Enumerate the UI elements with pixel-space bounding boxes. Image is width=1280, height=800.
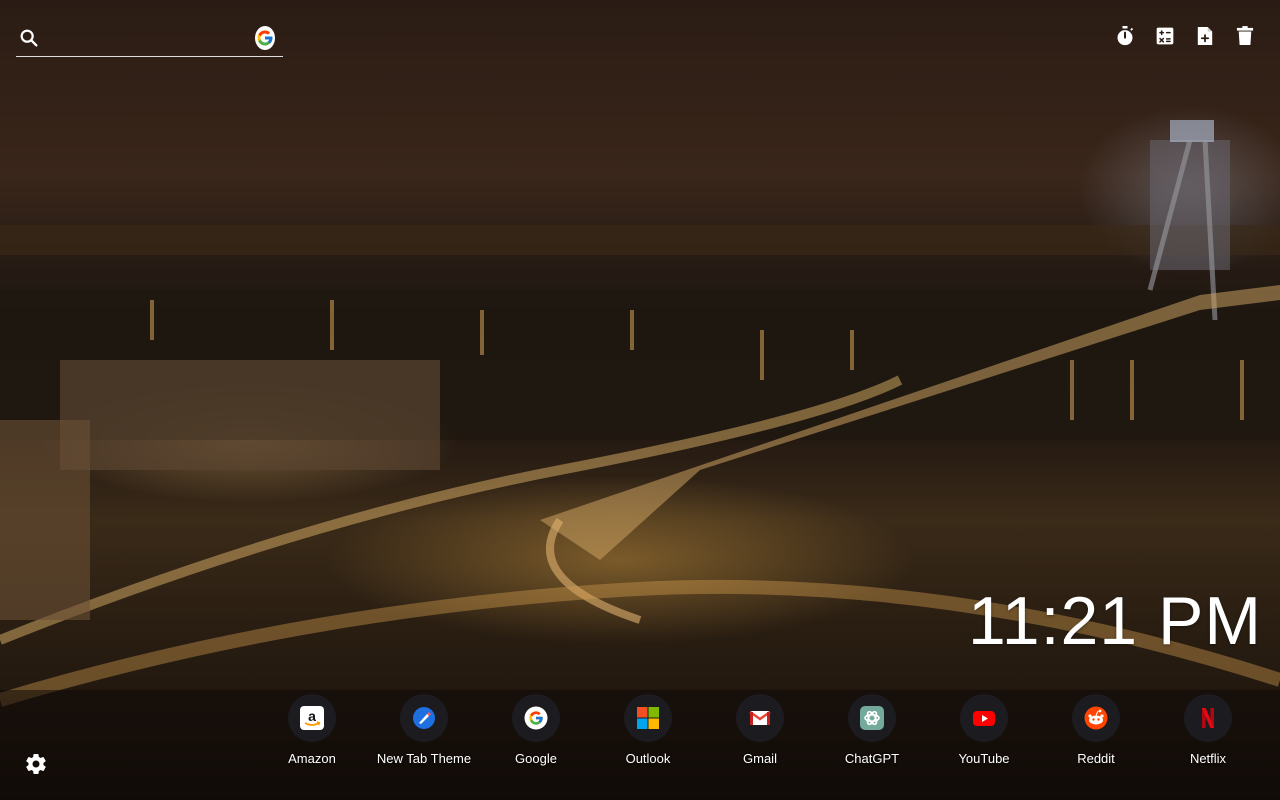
chatgpt-icon: [860, 706, 884, 730]
shortcut-youtube[interactable]: YouTube: [928, 694, 1040, 774]
background-image: [0, 0, 1280, 800]
city-night-scene: [0, 120, 1280, 800]
shortcut-tile[interactable]: [1184, 694, 1232, 742]
gear-icon[interactable]: [24, 752, 48, 776]
netflix-icon: [1196, 706, 1220, 730]
shortcut-gmail[interactable]: Gmail: [704, 694, 816, 774]
shortcut-tile[interactable]: a: [288, 694, 336, 742]
google-icon[interactable]: [255, 26, 275, 50]
search-icon[interactable]: [18, 27, 40, 49]
shortcut-label: New Tab Theme: [376, 751, 472, 766]
shortcut-outlook[interactable]: Outlook: [592, 694, 704, 774]
new-tab-theme-icon: [412, 706, 436, 730]
shortcut-tile[interactable]: [400, 694, 448, 742]
shortcut-google[interactable]: Google: [480, 694, 592, 774]
add-file-icon[interactable]: [1194, 24, 1216, 48]
search-bar: [16, 20, 283, 57]
shortcut-tile[interactable]: [848, 694, 896, 742]
shortcut-label: Amazon: [288, 751, 336, 766]
youtube-icon: [972, 706, 996, 730]
shortcut-label: Reddit: [1077, 751, 1115, 766]
toolbar: [1114, 24, 1256, 48]
reddit-icon: [1084, 706, 1108, 730]
timer-icon[interactable]: [1114, 24, 1136, 48]
amazon-icon: a: [300, 706, 324, 730]
shortcut-tile[interactable]: [736, 694, 784, 742]
shortcut-chatgpt[interactable]: ChatGPT: [816, 694, 928, 774]
microsoft-icon: [636, 706, 660, 730]
shortcut-netflix[interactable]: Netflix: [1152, 694, 1264, 774]
clock: 11:21 PM: [967, 583, 1262, 659]
shortcut-tile[interactable]: [960, 694, 1008, 742]
shortcut-tile[interactable]: [512, 694, 560, 742]
shortcut-amazon[interactable]: a Amazon: [256, 694, 368, 774]
shortcut-label: ChatGPT: [844, 751, 900, 766]
shortcut-label: Gmail: [743, 751, 777, 766]
shortcut-reddit[interactable]: Reddit: [1040, 694, 1152, 774]
search-input[interactable]: [40, 29, 255, 47]
shortcut-label: Google: [515, 751, 557, 766]
gmail-icon: [748, 706, 772, 730]
shortcut-new-tab-theme[interactable]: New Tab Theme: [368, 694, 480, 774]
shortcut-label: Outlook: [625, 751, 671, 766]
shortcuts-dock: a Amazon New Tab Theme Google Outlook Gm…: [256, 694, 1264, 774]
shortcut-tile[interactable]: [1072, 694, 1120, 742]
google-icon: [524, 706, 548, 730]
calculator-icon[interactable]: [1154, 24, 1176, 48]
svg-text:a: a: [308, 708, 316, 724]
shortcut-label: Netflix: [1189, 751, 1227, 766]
trash-icon[interactable]: [1234, 24, 1256, 48]
shortcut-label: YouTube: [958, 751, 1010, 766]
shortcut-tile[interactable]: [624, 694, 672, 742]
